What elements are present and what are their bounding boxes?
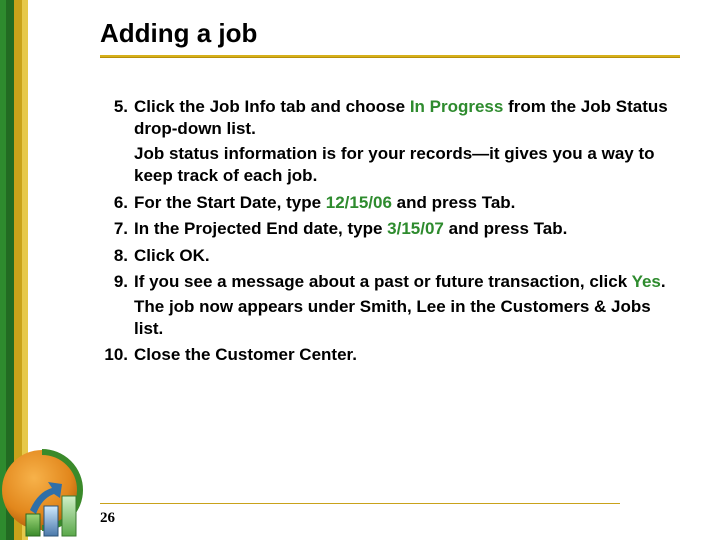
step-item: 8.Click OK. (100, 245, 680, 267)
text-run: Close the Customer Center. (134, 345, 357, 364)
step-item: 9.If you see a message about a past or f… (100, 271, 680, 340)
step-body: For the Start Date, type 12/15/06 and pr… (134, 192, 680, 214)
text-run: and press Tab. (444, 219, 567, 238)
step-subtext: Job status information is for your recor… (134, 143, 680, 188)
corner-graphic-icon (0, 440, 100, 540)
step-item: 10.Close the Customer Center. (100, 344, 680, 366)
step-item: 7.In the Projected End date, type 3/15/0… (100, 218, 680, 240)
slide: Adding a job 5.Click the Job Info tab an… (0, 0, 720, 540)
steps-list: 5.Click the Job Info tab and choose In P… (100, 96, 680, 367)
page-number: 26 (100, 510, 115, 527)
step-number: 10. (100, 344, 134, 366)
step-item: 5.Click the Job Info tab and choose In P… (100, 96, 680, 188)
text-run: Click OK. (134, 246, 210, 265)
step-number: 9. (100, 271, 134, 340)
footer-rule (100, 503, 620, 504)
title-underline (100, 55, 680, 58)
text-run: In Progress (410, 97, 504, 116)
step-number: 7. (100, 218, 134, 240)
step-number: 5. (100, 96, 134, 188)
step-subtext: The job now appears under Smith, Lee in … (134, 296, 680, 341)
step-body: Click the Job Info tab and choose In Pro… (134, 96, 680, 188)
text-run: . (661, 272, 666, 291)
text-run: 12/15/06 (326, 193, 392, 212)
step-body: If you see a message about a past or fut… (134, 271, 680, 340)
step-item: 6.For the Start Date, type 12/15/06 and … (100, 192, 680, 214)
step-number: 6. (100, 192, 134, 214)
content-area: Adding a job 5.Click the Job Info tab an… (100, 18, 680, 371)
text-run: If you see a message about a past or fut… (134, 272, 632, 291)
text-run: 3/15/07 (387, 219, 444, 238)
step-body: Click OK. (134, 245, 680, 267)
text-run: Yes (632, 272, 661, 291)
step-body: Close the Customer Center. (134, 344, 680, 366)
step-body: In the Projected End date, type 3/15/07 … (134, 218, 680, 240)
text-run: Click the Job Info tab and choose (134, 97, 410, 116)
text-run: and press Tab. (392, 193, 515, 212)
text-run: For the Start Date, type (134, 193, 326, 212)
step-number: 8. (100, 245, 134, 267)
text-run: In the Projected End date, type (134, 219, 387, 238)
page-title: Adding a job (100, 18, 680, 49)
